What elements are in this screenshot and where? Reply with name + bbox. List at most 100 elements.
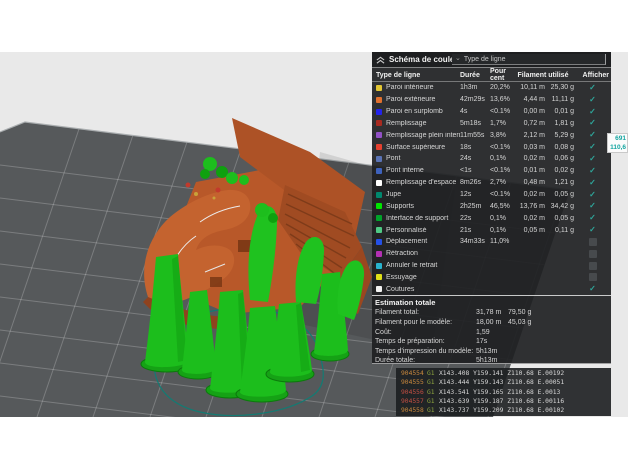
visibility-checkbox[interactable]: ✓: [574, 143, 611, 151]
visibility-checkbox[interactable]: [574, 238, 611, 246]
line-type-meters: 0,48 m: [512, 179, 545, 186]
visibility-checkbox[interactable]: [574, 273, 611, 281]
totals-label: Durée totale:: [375, 357, 476, 364]
line-type-row[interactable]: Supports 2h25m 46,5% 13,76 m 34,42 g ✓: [372, 200, 611, 212]
line-type-row[interactable]: Jupe 12s <0.1% 0,02 m 0,05 g ✓: [372, 189, 611, 201]
visibility-checkbox[interactable]: [574, 250, 611, 258]
line-type-color-swatch: [376, 263, 382, 269]
visibility-checkbox[interactable]: ✓: [574, 214, 611, 222]
line-type-row[interactable]: Remplissage d'espace 8m26s 2,7% 0,48 m 1…: [372, 177, 611, 189]
totals-row: Coût: 1,59: [372, 327, 611, 337]
totals-title: Estimation totale: [372, 295, 611, 308]
line-type-row[interactable]: Pont interne <1s <0.1% 0,01 m 0,02 g ✓: [372, 165, 611, 177]
line-type-color-swatch: [376, 203, 382, 209]
line-type-duration: 4s: [460, 108, 490, 115]
line-type-row[interactable]: Rétraction: [372, 248, 611, 260]
visibility-checkbox[interactable]: ✓: [574, 84, 611, 92]
line-type-label: Paroi en surplomb: [386, 108, 460, 115]
visibility-checkbox[interactable]: ✓: [574, 167, 611, 175]
line-type-label: Pont: [386, 155, 460, 162]
line-type-row[interactable]: Paroi en surplomb 4s <0.1% 0,00 m 0,01 g…: [372, 106, 611, 118]
col-type: Type de ligne: [372, 72, 460, 79]
gcode-line: 904558 G1 X143.737 Y159.209 Z110.68 E.00…: [396, 406, 611, 415]
line-type-meters: 0,02 m: [512, 191, 545, 198]
line-type-label: Coutures: [386, 286, 460, 293]
visibility-checkbox[interactable]: ✓: [574, 191, 611, 199]
checkmark-icon: ✓: [589, 285, 596, 293]
line-type-color-swatch: [376, 85, 382, 91]
line-type-row[interactable]: Déplacement 34m33s 11,0%: [372, 236, 611, 248]
collapse-icon[interactable]: [376, 56, 385, 64]
line-type-row[interactable]: Remplissage plein interne 11m55s 3,8% 2,…: [372, 129, 611, 141]
checkmark-icon: ✓: [589, 179, 596, 187]
line-type-percent: <0.1%: [490, 144, 512, 151]
line-type-row[interactable]: Surface supérieure 18s <0.1% 0,03 m 0,08…: [372, 141, 611, 153]
line-type-row[interactable]: Essuyage: [372, 272, 611, 284]
line-type-color-swatch: [376, 97, 382, 103]
gcode-line: 904555 G1 X143.444 Y159.143 Z110.68 E.00…: [396, 378, 611, 387]
totals-value-1: 31,78 m: [476, 309, 508, 316]
line-type-label: Personnalisé: [386, 227, 460, 234]
line-type-grams: 0,06 g: [545, 155, 574, 162]
visibility-checkbox[interactable]: ✓: [574, 285, 611, 293]
totals-value-1: 5h13m: [476, 348, 508, 355]
line-type-percent: 46,5%: [490, 203, 512, 210]
line-type-color-swatch: [376, 227, 382, 233]
line-type-grams: 1,21 g: [545, 179, 574, 186]
layer-indicator[interactable]: 691 110,6: [607, 133, 628, 153]
line-type-row[interactable]: Personnalisé 21s 0,1% 0,05 m 0,11 g ✓: [372, 224, 611, 236]
visibility-checkbox[interactable]: ✓: [574, 119, 611, 127]
line-type-percent: 1,7%: [490, 120, 512, 127]
line-type-row[interactable]: Paroi intérieure 1h3m 20,2% 10,11 m 25,3…: [372, 82, 611, 94]
totals-value-1: 1,59: [476, 329, 508, 336]
line-type-color-swatch: [376, 109, 382, 115]
line-type-duration: 5m18s: [460, 120, 490, 127]
line-type-color-swatch: [376, 192, 382, 198]
totals-table: Filament total: 31,78 m 79,50 g Filament…: [372, 308, 611, 366]
gcode-readout: 904554 G1 X143.408 Y159.141 Z110.68 E.00…: [396, 368, 611, 416]
visibility-checkbox[interactable]: ✓: [574, 179, 611, 187]
line-type-color-swatch: [376, 132, 382, 138]
line-type-table: Paroi intérieure 1h3m 20,2% 10,11 m 25,3…: [372, 82, 611, 295]
gcode-line-number: 904558: [401, 407, 427, 414]
visibility-checkbox[interactable]: ✓: [574, 202, 611, 210]
view-type-dropdown[interactable]: ⌄ Type de ligne: [452, 54, 606, 65]
visibility-checkbox[interactable]: ✓: [574, 108, 611, 116]
line-type-duration: 1h3m: [460, 84, 490, 91]
line-type-duration: 11m55s: [460, 132, 490, 139]
col-filament: Filament utilisé: [512, 72, 574, 79]
line-type-grams: 0,05 g: [545, 191, 574, 198]
line-type-meters: 10,11 m: [512, 84, 545, 91]
line-type-row[interactable]: Paroi extérieure 42m29s 13,6% 4,44 m 11,…: [372, 94, 611, 106]
line-type-row[interactable]: Interface de support 22s 0,1% 0,02 m 0,0…: [372, 212, 611, 224]
visibility-checkbox[interactable]: ✓: [574, 155, 611, 163]
totals-label: Filament pour le modèle:: [375, 319, 476, 326]
line-type-duration: 12s: [460, 191, 490, 198]
totals-label: Temps de préparation:: [375, 338, 476, 345]
line-type-row[interactable]: Remplissage 5m18s 1,7% 0,72 m 1,81 g ✓: [372, 118, 611, 130]
line-type-row[interactable]: Annuler le retrait: [372, 260, 611, 272]
checkmark-icon: ✓: [589, 167, 596, 175]
line-type-row[interactable]: Coutures ✓: [372, 283, 611, 295]
line-type-label: Paroi intérieure: [386, 84, 460, 91]
line-type-grams: 0,01 g: [545, 108, 574, 115]
totals-label: Temps d'impression du modèle:: [375, 348, 476, 355]
line-type-color-swatch: [376, 120, 382, 126]
line-type-percent: 3,8%: [490, 132, 512, 139]
line-type-percent: 20,2%: [490, 84, 512, 91]
line-type-row[interactable]: Pont 24s 0,1% 0,02 m 0,06 g ✓: [372, 153, 611, 165]
line-type-meters: 4,44 m: [512, 96, 545, 103]
line-type-meters: 0,00 m: [512, 108, 545, 115]
line-type-percent: <0.1%: [490, 191, 512, 198]
totals-value-1: 5h13m: [476, 357, 508, 364]
visibility-checkbox[interactable]: [574, 262, 611, 270]
line-type-duration: <1s: [460, 167, 490, 174]
visibility-checkbox[interactable]: ✓: [574, 226, 611, 234]
visibility-checkbox[interactable]: ✓: [574, 96, 611, 104]
line-type-grams: 0,11 g: [545, 227, 574, 234]
totals-value-2: 45,03 g: [508, 319, 611, 326]
line-type-percent: 13,6%: [490, 96, 512, 103]
visibility-checkbox[interactable]: ✓: [574, 131, 611, 139]
line-type-label: Déplacement: [386, 238, 460, 245]
col-percent: Pour cent: [490, 68, 512, 82]
